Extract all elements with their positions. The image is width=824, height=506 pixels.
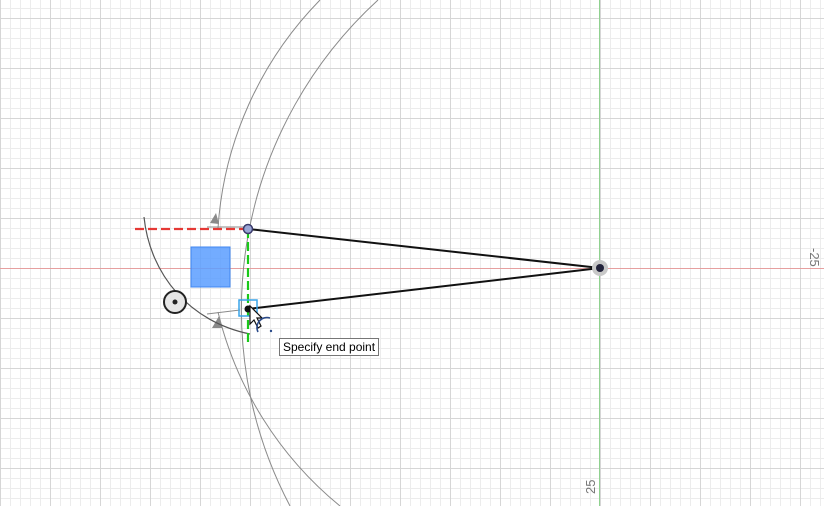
dimension-arc-inner (217, 0, 321, 229)
sketch-graphics (0, 0, 824, 506)
dimension-arrow-top (210, 213, 219, 224)
sketch-canvas[interactable]: Specify end point -25 25 (0, 0, 824, 506)
circle-dot-icon[interactable] (163, 290, 187, 314)
blue-square-icon (190, 246, 231, 288)
sketch-point-top[interactable] (242, 223, 254, 235)
extension-line-bottom (206, 309, 241, 315)
ruler-label-right: -25 (807, 248, 822, 267)
sketch-line-upper[interactable] (247, 228, 601, 269)
sketch-line-lower[interactable] (247, 267, 601, 310)
tooltip: Specify end point (279, 338, 380, 356)
pointer-arrow-icon (249, 304, 264, 329)
dimension-arc-outer (240, 0, 379, 506)
ruler-label-bottom: 25 (583, 479, 598, 494)
origin-point[interactable] (596, 264, 604, 272)
